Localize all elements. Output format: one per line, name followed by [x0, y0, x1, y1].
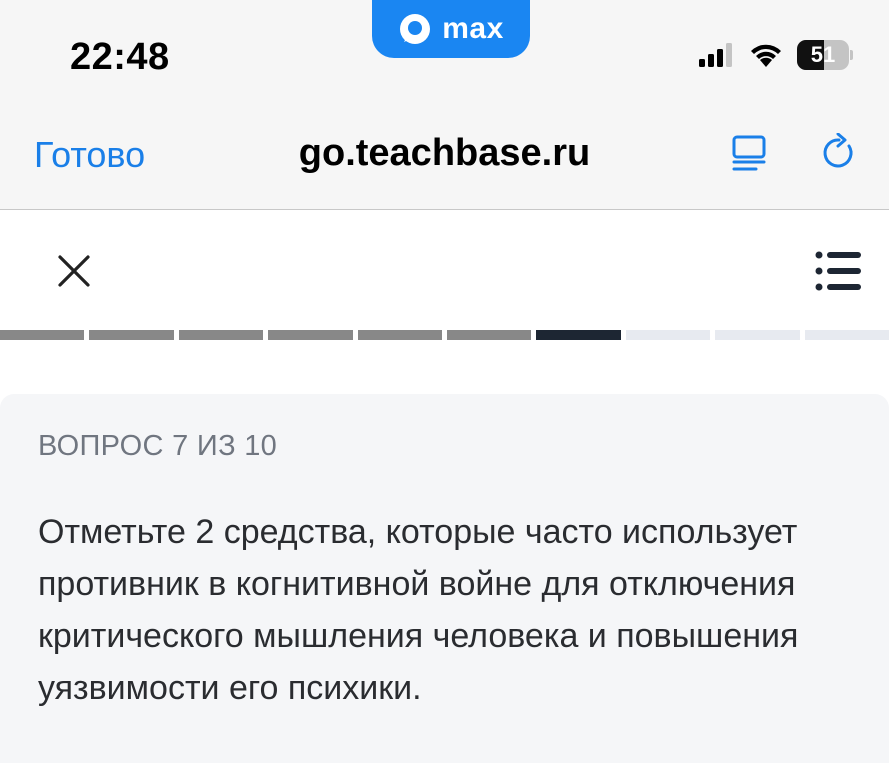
question-counter: ВОПРОС 7 ИЗ 10 [38, 430, 278, 462]
question-progress-bar [0, 330, 889, 340]
reader-view-button[interactable] [726, 130, 772, 176]
quiz-header [0, 211, 889, 329]
menu-list-icon [815, 251, 861, 291]
app-indicator-pill[interactable]: max [372, 0, 530, 58]
progress-segment-2[interactable] [89, 330, 174, 340]
app-name: max [442, 12, 504, 45]
questions-menu-button[interactable] [812, 247, 864, 295]
close-icon [58, 255, 90, 287]
question-card: ВОПРОС 7 ИЗ 10 Отметьте 2 средства, кото… [0, 394, 889, 763]
url-title[interactable]: go.teachbase.ru [299, 132, 590, 174]
battery-icon: 51 [797, 40, 853, 70]
progress-segment-5[interactable] [357, 330, 443, 340]
clock: 22:48 [70, 36, 170, 78]
reload-button[interactable] [816, 130, 862, 176]
progress-segment-3[interactable] [178, 330, 264, 340]
progress-segment-6[interactable] [447, 330, 532, 340]
reload-icon [823, 133, 853, 168]
progress-segment-7[interactable] [536, 330, 621, 340]
max-logo-icon [400, 14, 431, 44]
progress-segment-9[interactable] [715, 330, 800, 340]
question-text: Отметьте 2 средства, которые часто испол… [38, 513, 799, 707]
progress-segment-10[interactable] [804, 330, 889, 340]
browser-toolbar: Готово go.teachbase.ru [0, 100, 889, 210]
reader-icon [732, 135, 766, 171]
progress-segment-8[interactable] [625, 330, 711, 340]
battery-percent: 51 [810, 42, 836, 67]
status-bar: 22:48 max 51 [0, 0, 889, 100]
done-button[interactable]: Готово [34, 134, 145, 176]
close-button[interactable] [50, 247, 98, 295]
signal-icon [699, 43, 732, 67]
status-icons: 51 [699, 40, 853, 70]
wifi-icon [751, 44, 781, 67]
progress-segment-4[interactable] [268, 330, 353, 340]
progress-segment-1[interactable] [0, 330, 85, 340]
